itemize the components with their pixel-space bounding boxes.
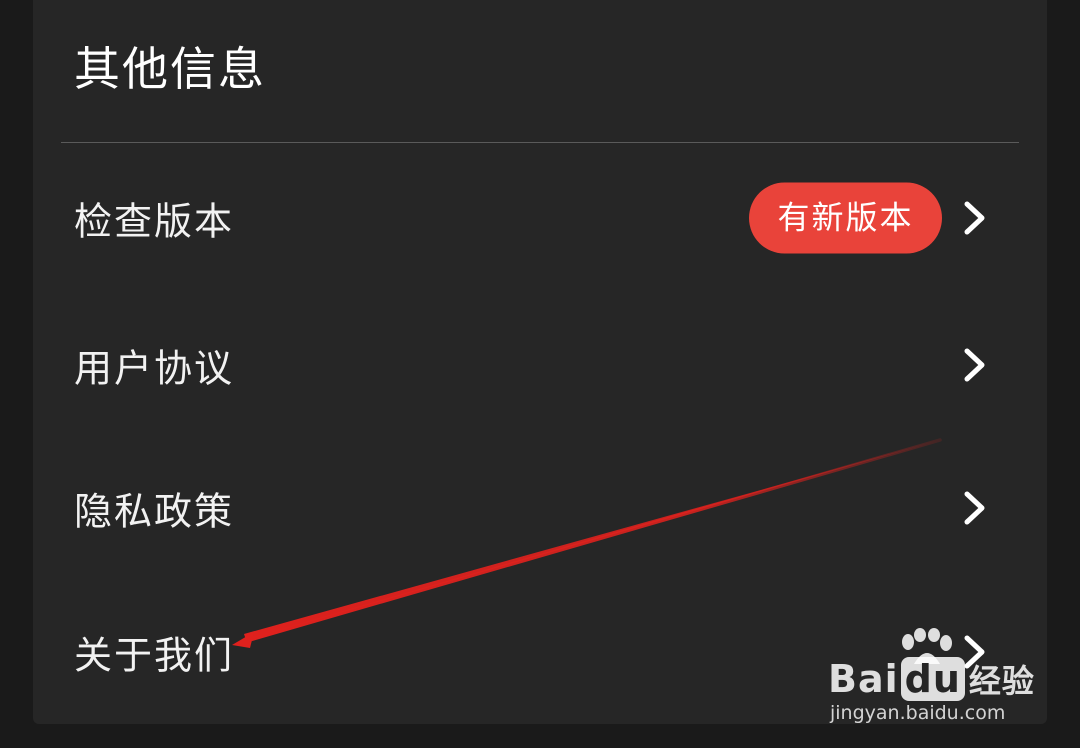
new-version-badge: 有新版本 — [749, 182, 942, 254]
baidu-watermark: Bai du 经验 jingyan.baidu.com — [828, 628, 1034, 728]
row-label-privacy-policy: 隐私政策 — [74, 489, 235, 534]
row-check-version[interactable]: 检查版本 有新版本 — [33, 163, 1047, 273]
chevron-right-icon — [964, 201, 985, 235]
chevron-right-icon — [964, 491, 985, 525]
other-info-card: 其他信息 检查版本 有新版本 用户协议 隐私政策 关于我们 — [33, 0, 1047, 724]
brand-jingyan: 经验 — [968, 662, 1035, 700]
brand-du: du — [900, 657, 965, 701]
row-label-user-agreement: 用户协议 — [74, 346, 235, 391]
divider — [61, 142, 1019, 143]
baidu-brand: Bai du 经验 — [828, 656, 1035, 702]
watermark-url: jingyan.baidu.com — [830, 702, 1006, 724]
row-label-about-us: 关于我们 — [74, 633, 235, 678]
chevron-right-icon — [964, 348, 985, 382]
brand-bai: Bai — [828, 657, 899, 701]
row-privacy-policy[interactable]: 隐私政策 — [33, 453, 1047, 563]
section-title: 其他信息 — [74, 42, 266, 96]
row-user-agreement[interactable]: 用户协议 — [33, 310, 1047, 420]
row-label-check-version: 检查版本 — [74, 199, 235, 244]
